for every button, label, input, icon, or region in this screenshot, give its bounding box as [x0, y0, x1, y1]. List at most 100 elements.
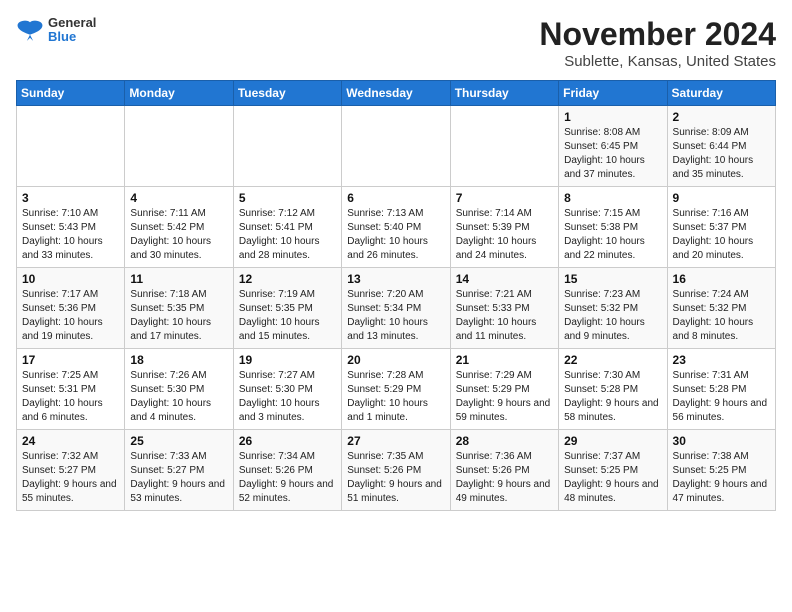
day-info: Sunrise: 7:12 AM Sunset: 5:41 PM Dayligh… [239, 207, 336, 263]
day-number: 14 [456, 272, 553, 286]
weekday-header-tuesday: Tuesday [233, 81, 341, 106]
day-number: 20 [347, 353, 444, 367]
day-number: 26 [239, 434, 336, 448]
day-number: 25 [130, 434, 227, 448]
calendar-cell: 11Sunrise: 7:18 AM Sunset: 5:35 PM Dayli… [125, 268, 233, 349]
logo-bird-icon [16, 19, 44, 41]
calendar-cell: 8 Sunrise: 7:15 AM Sunset: 5:38 PM Daylig… [559, 187, 667, 268]
day-info: Sunrise: 7:30 AM Sunset: 5:28 PM Dayligh… [564, 369, 661, 425]
calendar-cell: 25 Sunrise: 7:33 AM Sunset: 5:27 PM Dayli… [125, 430, 233, 511]
day-info: Sunrise: 7:19 AM Sunset: 5:35 PM Dayligh… [239, 288, 336, 344]
day-number: 28 [456, 434, 553, 448]
day-number: 24 [22, 434, 119, 448]
day-info: Sunrise: 7:27 AM Sunset: 5:30 PM Dayligh… [239, 369, 336, 425]
day-info: Sunrise: 7:16 AM Sunset: 5:37 PM Dayligh… [673, 207, 770, 263]
calendar-cell [450, 106, 558, 187]
day-number: 12 [239, 272, 336, 286]
day-number: 3 [22, 191, 119, 205]
day-info: Sunrise: 7:38 AM Sunset: 5:25 PM Dayligh… [673, 450, 770, 506]
day-number: 2 [673, 110, 770, 124]
calendar-cell: 5Sunrise: 7:12 AM Sunset: 5:41 PM Daylig… [233, 187, 341, 268]
day-info: Sunrise: 7:28 AM Sunset: 5:29 PM Dayligh… [347, 369, 444, 425]
calendar-cell: 7Sunrise: 7:14 AM Sunset: 5:39 PM Daylig… [450, 187, 558, 268]
calendar-cell: 2Sunrise: 8:09 AM Sunset: 6:44 PM Daylig… [667, 106, 775, 187]
day-info: Sunrise: 7:34 AM Sunset: 5:26 PM Dayligh… [239, 450, 336, 506]
title-block: November 2024 Sublette, Kansas, United S… [539, 16, 776, 70]
day-info: Sunrise: 7:10 AM Sunset: 5:43 PM Dayligh… [22, 207, 119, 263]
calendar-cell: 26 Sunrise: 7:34 AM Sunset: 5:26 PM Dayli… [233, 430, 341, 511]
day-number: 9 [673, 191, 770, 205]
calendar-cell: 16Sunrise: 7:24 AM Sunset: 5:32 PM Dayli… [667, 268, 775, 349]
day-info: Sunrise: 7:13 AM Sunset: 5:40 PM Dayligh… [347, 207, 444, 263]
calendar-week-3: 10 Sunrise: 7:17 AM Sunset: 5:36 PM Dayli… [17, 268, 776, 349]
day-number: 21 [456, 353, 553, 367]
day-info: Sunrise: 7:15 AM Sunset: 5:38 PM Dayligh… [564, 207, 661, 263]
day-info: Sunrise: 7:31 AM Sunset: 5:28 PM Dayligh… [673, 369, 770, 425]
calendar-cell: 6Sunrise: 7:13 AM Sunset: 5:40 PM Daylig… [342, 187, 450, 268]
calendar-cell: 21Sunrise: 7:29 AM Sunset: 5:29 PM Dayli… [450, 349, 558, 430]
day-info: Sunrise: 7:36 AM Sunset: 5:26 PM Dayligh… [456, 450, 553, 506]
calendar-cell: 27 Sunrise: 7:35 AM Sunset: 5:26 PM Dayli… [342, 430, 450, 511]
day-info: Sunrise: 7:37 AM Sunset: 5:25 PM Dayligh… [564, 450, 661, 506]
calendar-cell: 24 Sunrise: 7:32 AM Sunset: 5:27 PM Dayli… [17, 430, 125, 511]
calendar-cell: 30 Sunrise: 7:38 AM Sunset: 5:25 PM Dayli… [667, 430, 775, 511]
weekday-header-wednesday: Wednesday [342, 81, 450, 106]
day-info: Sunrise: 7:33 AM Sunset: 5:27 PM Dayligh… [130, 450, 227, 506]
calendar-cell: 20 Sunrise: 7:28 AM Sunset: 5:29 PM Dayli… [342, 349, 450, 430]
logo-general: General [48, 16, 96, 30]
calendar-cell: 13 Sunrise: 7:20 AM Sunset: 5:34 PM Dayli… [342, 268, 450, 349]
calendar-cell [233, 106, 341, 187]
day-number: 8 [564, 191, 661, 205]
calendar-week-2: 3 Sunrise: 7:10 AM Sunset: 5:43 PM Daylig… [17, 187, 776, 268]
weekday-header-friday: Friday [559, 81, 667, 106]
calendar-table: SundayMondayTuesdayWednesdayThursdayFrid… [16, 80, 776, 511]
calendar-cell: 3 Sunrise: 7:10 AM Sunset: 5:43 PM Daylig… [17, 187, 125, 268]
day-number: 27 [347, 434, 444, 448]
day-number: 17 [22, 353, 119, 367]
calendar-cell: 29 Sunrise: 7:37 AM Sunset: 5:25 PM Dayli… [559, 430, 667, 511]
day-info: Sunrise: 7:17 AM Sunset: 5:36 PM Dayligh… [22, 288, 119, 344]
calendar-week-4: 17Sunrise: 7:25 AM Sunset: 5:31 PM Dayli… [17, 349, 776, 430]
calendar-cell: 18 Sunrise: 7:26 AM Sunset: 5:30 PM Dayli… [125, 349, 233, 430]
day-number: 1 [564, 110, 661, 124]
location-subtitle: Sublette, Kansas, United States [539, 53, 776, 70]
day-info: Sunrise: 7:20 AM Sunset: 5:34 PM Dayligh… [347, 288, 444, 344]
calendar-cell [342, 106, 450, 187]
weekday-header-saturday: Saturday [667, 81, 775, 106]
day-info: Sunrise: 7:32 AM Sunset: 5:27 PM Dayligh… [22, 450, 119, 506]
logo-text: General Blue [48, 16, 96, 45]
calendar-cell: 22 Sunrise: 7:30 AM Sunset: 5:28 PM Dayli… [559, 349, 667, 430]
calendar-cell [17, 106, 125, 187]
calendar-cell: 19 Sunrise: 7:27 AM Sunset: 5:30 PM Dayli… [233, 349, 341, 430]
day-number: 23 [673, 353, 770, 367]
weekday-header-thursday: Thursday [450, 81, 558, 106]
calendar-cell: 9 Sunrise: 7:16 AM Sunset: 5:37 PM Daylig… [667, 187, 775, 268]
day-number: 10 [22, 272, 119, 286]
calendar-cell [125, 106, 233, 187]
day-number: 29 [564, 434, 661, 448]
day-number: 22 [564, 353, 661, 367]
day-info: Sunrise: 7:11 AM Sunset: 5:42 PM Dayligh… [130, 207, 227, 263]
day-number: 16 [673, 272, 770, 286]
calendar-cell: 14Sunrise: 7:21 AM Sunset: 5:33 PM Dayli… [450, 268, 558, 349]
day-number: 7 [456, 191, 553, 205]
calendar-cell: 10 Sunrise: 7:17 AM Sunset: 5:36 PM Dayli… [17, 268, 125, 349]
calendar-week-1: 1Sunrise: 8:08 AM Sunset: 6:45 PM Daylig… [17, 106, 776, 187]
day-info: Sunrise: 7:18 AM Sunset: 5:35 PM Dayligh… [130, 288, 227, 344]
month-title: November 2024 [539, 16, 776, 53]
calendar-cell: 12 Sunrise: 7:19 AM Sunset: 5:35 PM Dayli… [233, 268, 341, 349]
day-number: 19 [239, 353, 336, 367]
day-number: 30 [673, 434, 770, 448]
logo-blue: Blue [48, 30, 96, 44]
calendar-cell: 15Sunrise: 7:23 AM Sunset: 5:32 PM Dayli… [559, 268, 667, 349]
day-number: 13 [347, 272, 444, 286]
day-info: Sunrise: 7:35 AM Sunset: 5:26 PM Dayligh… [347, 450, 444, 506]
weekday-header-row: SundayMondayTuesdayWednesdayThursdayFrid… [17, 81, 776, 106]
page-header: General Blue November 2024 Sublette, Kan… [16, 16, 776, 70]
day-number: 4 [130, 191, 227, 205]
day-number: 18 [130, 353, 227, 367]
weekday-header-monday: Monday [125, 81, 233, 106]
day-info: Sunrise: 7:26 AM Sunset: 5:30 PM Dayligh… [130, 369, 227, 425]
calendar-cell: 1Sunrise: 8:08 AM Sunset: 6:45 PM Daylig… [559, 106, 667, 187]
calendar-cell: 28 Sunrise: 7:36 AM Sunset: 5:26 PM Dayli… [450, 430, 558, 511]
